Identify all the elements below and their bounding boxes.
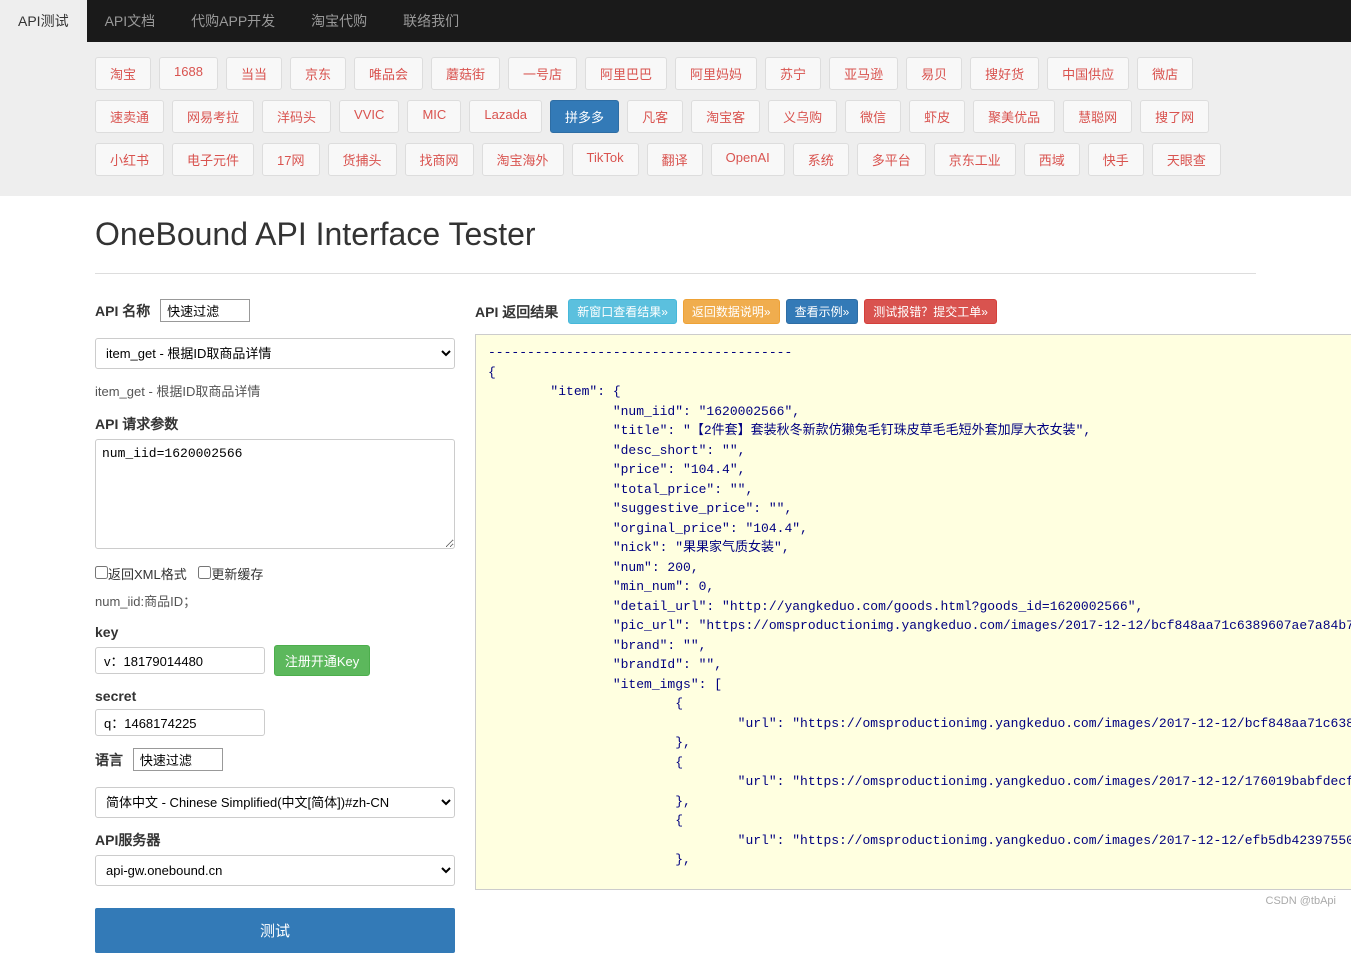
platform-button[interactable]: 聚美优品 [973, 100, 1055, 133]
platform-button[interactable]: TikTok [572, 143, 639, 176]
params-textarea[interactable] [95, 439, 455, 549]
top-nav-item[interactable]: 联络我们 [385, 0, 477, 42]
platform-button[interactable]: 天眼查 [1152, 143, 1221, 176]
platform-button[interactable]: 小红书 [95, 143, 164, 176]
submit-ticket-button[interactable]: 测试报错？提交工单» [864, 299, 997, 324]
platform-button[interactable]: 1688 [159, 57, 218, 90]
platform-button[interactable]: Lazada [469, 100, 542, 133]
platform-button[interactable]: 京东 [290, 57, 346, 90]
platform-button[interactable]: 搜了网 [1140, 100, 1209, 133]
platform-button[interactable]: VVIC [339, 100, 399, 133]
platform-button[interactable]: 速卖通 [95, 100, 164, 133]
data-desc-button[interactable]: 返回数据说明» [683, 299, 780, 324]
platform-button[interactable]: 电子元件 [172, 143, 254, 176]
watermark: CSDN @tbApi [1266, 895, 1336, 907]
platform-button[interactable]: 慧聪网 [1063, 100, 1132, 133]
top-nav-item[interactable]: 代购APP开发 [173, 0, 293, 42]
xml-checkbox[interactable] [95, 566, 108, 579]
top-nav: API测试API文档代购APP开发淘宝代购联络我们 [0, 0, 1351, 42]
param-hint: num_iid:商品ID； [95, 591, 455, 610]
server-select[interactable]: api-gw.onebound.cn [95, 855, 455, 886]
api-name-filter[interactable] [160, 299, 250, 322]
platform-button[interactable]: 搜好货 [970, 57, 1039, 90]
platform-button[interactable]: 淘宝海外 [482, 143, 564, 176]
platform-button[interactable]: 当当 [226, 57, 282, 90]
json-output[interactable]: --------------------------------------- … [475, 334, 1351, 890]
platform-button[interactable]: OpenAI [711, 143, 785, 176]
new-window-button[interactable]: 新窗口查看结果» [568, 299, 677, 324]
lang-select[interactable]: 简体中文 - Chinese Simplified(中文[简体])#zh-CN [95, 787, 455, 818]
platform-button[interactable]: 苏宁 [765, 57, 821, 90]
secret-input[interactable] [95, 709, 265, 736]
platform-button[interactable]: 凡客 [627, 100, 683, 133]
top-nav-item[interactable]: API文档 [87, 0, 174, 42]
key-label: key [95, 624, 118, 640]
cache-checkbox[interactable] [198, 566, 211, 579]
platform-bar: 淘宝1688当当京东唯品会蘑菇街一号店阿里巴巴阿里妈妈苏宁亚马逊易贝搜好货中国供… [0, 42, 1351, 196]
platform-button[interactable]: 易贝 [906, 57, 962, 90]
platform-button[interactable]: 17网 [262, 143, 319, 176]
platform-button[interactable]: 洋码头 [262, 100, 331, 133]
lang-filter[interactable] [133, 748, 223, 771]
platform-button[interactable]: 蘑菇街 [431, 57, 500, 90]
page-title: OneBound API Interface Tester [95, 216, 1256, 274]
platform-button[interactable]: 快手 [1088, 143, 1144, 176]
platform-button[interactable]: 多平台 [857, 143, 926, 176]
platform-button[interactable]: 一号店 [508, 57, 577, 90]
platform-button[interactable]: 淘宝客 [691, 100, 760, 133]
server-label: API服务器 [95, 830, 160, 850]
lang-label: 语言 [95, 750, 123, 770]
result-label: API 返回结果 [475, 302, 558, 322]
top-nav-item[interactable]: API测试 [0, 0, 87, 42]
platform-button[interactable]: 翻译 [647, 143, 703, 176]
platform-button[interactable]: 阿里巴巴 [585, 57, 667, 90]
right-panel: API 返回结果 新窗口查看结果» 返回数据说明» 查看示例» 测试报错？提交工… [475, 299, 1351, 953]
platform-button[interactable]: 微信 [845, 100, 901, 133]
xml-checkbox-label[interactable]: 返回XML格式 [95, 567, 187, 582]
platform-button[interactable]: 虾皮 [909, 100, 965, 133]
register-key-button[interactable]: 注册开通Key [274, 645, 370, 676]
platform-button[interactable]: 义乌购 [768, 100, 837, 133]
platform-button[interactable]: 唯品会 [354, 57, 423, 90]
platform-button[interactable]: 淘宝 [95, 57, 151, 90]
platform-button[interactable]: 找商网 [405, 143, 474, 176]
platform-button[interactable]: 中国供应 [1047, 57, 1129, 90]
key-input[interactable] [95, 647, 265, 674]
secret-label: secret [95, 688, 136, 704]
platform-button[interactable]: 拼多多 [550, 100, 619, 133]
platform-button[interactable]: 阿里妈妈 [675, 57, 757, 90]
platform-button[interactable]: 系统 [793, 143, 849, 176]
platform-button[interactable]: 货捕头 [328, 143, 397, 176]
api-desc: item_get - 根据ID取商品详情 [95, 381, 455, 400]
platform-button[interactable]: 亚马逊 [829, 57, 898, 90]
api-name-label: API 名称 [95, 301, 150, 321]
platform-button[interactable]: 西域 [1024, 143, 1080, 176]
params-label: API 请求参数 [95, 414, 178, 434]
view-example-button[interactable]: 查看示例» [786, 299, 859, 324]
platform-button[interactable]: 京东工业 [934, 143, 1016, 176]
api-select[interactable]: item_get - 根据ID取商品详情 [95, 338, 455, 369]
test-button[interactable]: 测试 [95, 908, 455, 953]
platform-button[interactable]: 网易考拉 [172, 100, 254, 133]
platform-button[interactable]: MIC [407, 100, 461, 133]
cache-checkbox-label[interactable]: 更新缓存 [198, 567, 263, 582]
top-nav-item[interactable]: 淘宝代购 [293, 0, 385, 42]
platform-button[interactable]: 微店 [1137, 57, 1193, 90]
left-panel: API 名称 item_get - 根据ID取商品详情 item_get - 根… [95, 299, 455, 953]
